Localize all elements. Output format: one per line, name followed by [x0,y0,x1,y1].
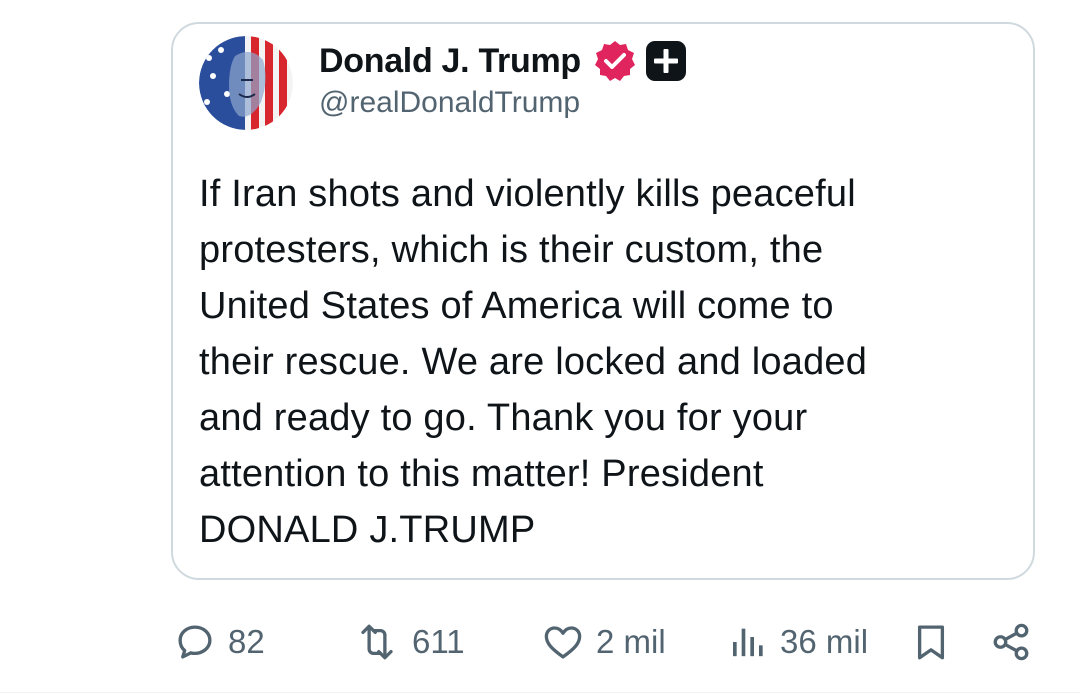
plus-icon [645,40,687,82]
author-name-row: Donald J. Trump [319,38,687,84]
like-icon [544,626,582,659]
share-button[interactable] [990,612,1032,672]
avatar[interactable] [199,36,293,130]
author-display-name[interactable]: Donald J. Trump [319,42,581,81]
reply-icon [178,625,212,659]
quoted-post-card[interactable]: Donald J. Trump @realDonaldTrump If Iran… [171,22,1035,580]
share-icon [993,623,1029,661]
repost-count: 611 [412,623,465,660]
repost-icon [361,624,393,660]
views-button[interactable]: 36 mil [728,612,868,672]
repost-button[interactable]: 611 [354,612,465,672]
author-handle[interactable]: @realDonaldTrump [319,86,580,120]
like-count: 2 mil [596,623,666,660]
post-screen: Donald J. Trump @realDonaldTrump If Iran… [0,0,1080,700]
divider [0,692,1080,693]
reply-count: 82 [228,623,265,660]
views-icon [733,628,763,657]
bookmark-button[interactable] [910,612,952,672]
reply-button[interactable]: 82 [174,612,265,672]
verified-badge-icon [593,39,637,83]
bookmark-icon [917,625,945,660]
like-button[interactable]: 2 mil [542,612,666,672]
views-count: 36 mil [780,623,869,660]
post-text: If Iran shots and violently kills peacef… [199,173,868,551]
action-bar: 82 611 2 mil 36 mil [0,612,1080,672]
